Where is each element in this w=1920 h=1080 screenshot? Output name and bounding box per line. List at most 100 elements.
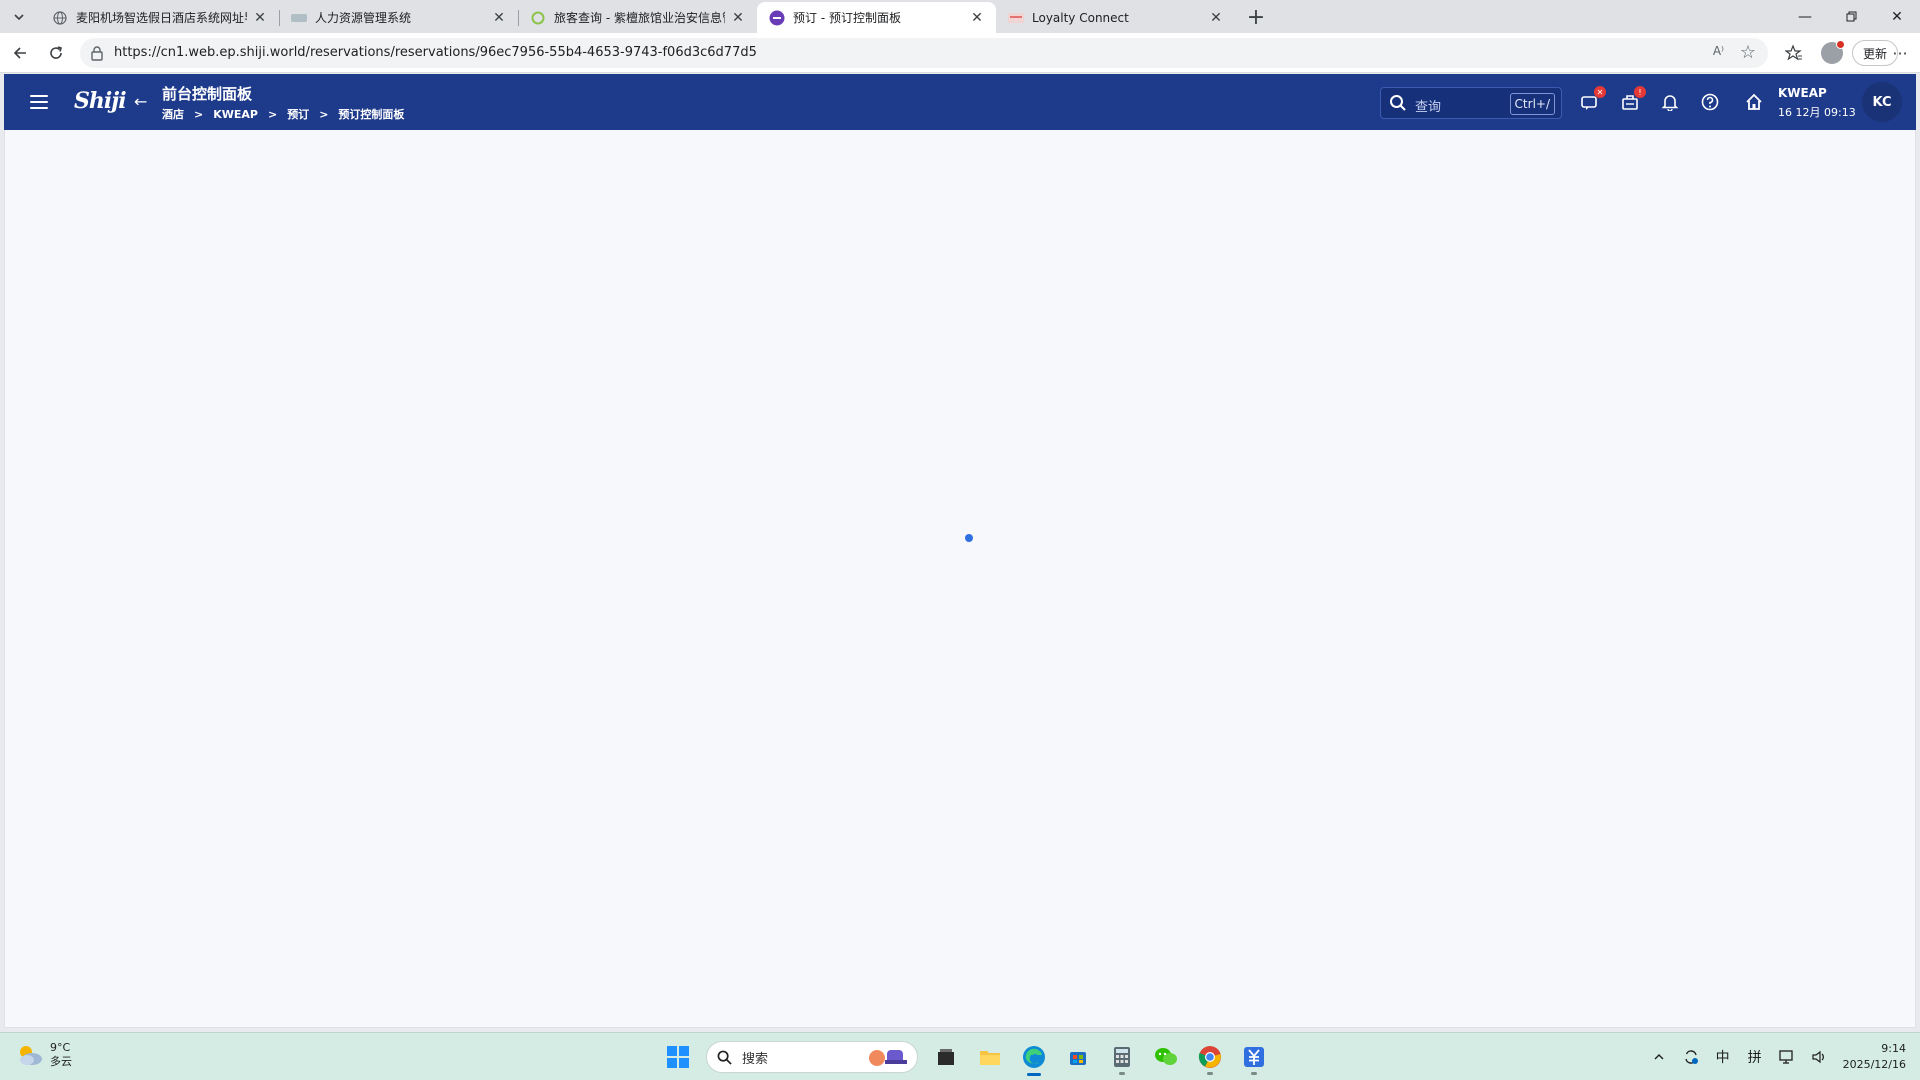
- windows-logo-icon: [667, 1046, 689, 1068]
- breadcrumb-item[interactable]: 预订: [287, 106, 309, 122]
- tab-title: 旅客查询 - 紫檀旅馆业治安信息管理: [554, 11, 725, 25]
- bell-icon[interactable]: [1658, 90, 1682, 114]
- hotel-business-date: 16 12月 09:13: [1778, 106, 1856, 119]
- edge-browser-icon[interactable]: [1014, 1037, 1054, 1077]
- chevron-down-icon: [14, 14, 24, 21]
- loading-ring-icon: [530, 10, 546, 26]
- new-tab-button[interactable]: +: [1242, 4, 1270, 30]
- wechat-icon[interactable]: [1146, 1037, 1186, 1077]
- breadcrumb-item[interactable]: 酒店: [162, 106, 184, 122]
- url-text[interactable]: https://cn1.web.ep.shiji.world/reservati…: [114, 45, 757, 60]
- browser-tab[interactable]: Loyalty Connect ✕: [996, 2, 1235, 33]
- browser-toolbar: https://cn1.web.ep.shiji.world/reservati…: [0, 33, 1920, 73]
- close-icon[interactable]: ✕: [968, 9, 986, 27]
- search-input[interactable]: 查询 Ctrl+/: [1380, 87, 1562, 119]
- restore-icon[interactable]: [1828, 0, 1874, 33]
- task-view-icon[interactable]: [926, 1037, 966, 1077]
- back-icon[interactable]: [8, 41, 32, 65]
- tab-title: 人力资源管理系统: [315, 11, 412, 25]
- chevron-up-icon[interactable]: [1643, 1041, 1675, 1073]
- hotel-code[interactable]: KWEAP: [1778, 86, 1827, 100]
- weather-widget[interactable]: 9°C 多云: [16, 1041, 72, 1069]
- help-icon[interactable]: [1698, 90, 1722, 114]
- taskbar-apps: 搜索: [656, 1037, 1276, 1077]
- close-icon[interactable]: ✕: [490, 9, 508, 27]
- back-arrow-icon[interactable]: ←: [134, 92, 147, 111]
- os-taskbar: 9°C 多云 搜索 中 拼 9:14 2025/12/16: [0, 1032, 1920, 1080]
- hotel-home-icon[interactable]: [1742, 90, 1766, 114]
- site-favicon-icon: [291, 10, 307, 26]
- main-content: [4, 130, 1916, 1028]
- browser-tab-active[interactable]: 预订 - 预订控制面板 ✕: [757, 2, 996, 33]
- browser-tab[interactable]: 旅客查询 - 紫檀旅馆业治安信息管理 ✕: [518, 2, 757, 33]
- minimize-icon[interactable]: —: [1782, 0, 1828, 33]
- page-title: 前台控制面板: [162, 85, 253, 103]
- yuan-app-icon[interactable]: [1234, 1037, 1274, 1077]
- search-placeholder: 查询: [1415, 100, 1442, 115]
- shiji-favicon-icon: [769, 10, 785, 26]
- clock-time: 9:14: [1881, 1042, 1906, 1055]
- loading-spinner-icon: [965, 534, 973, 542]
- address-bar[interactable]: https://cn1.web.ep.shiji.world/reservati…: [80, 38, 1768, 68]
- user-avatar[interactable]: KC: [1862, 82, 1902, 122]
- store-icon[interactable]: [1058, 1037, 1098, 1077]
- read-aloud-icon[interactable]: A⁾: [1713, 44, 1724, 58]
- favorites-icon[interactable]: [1780, 39, 1808, 67]
- cloudy-weather-icon: [20, 1046, 42, 1065]
- tab-title: Loyalty Connect: [1032, 10, 1129, 25]
- favorite-star-icon[interactable]: ☆: [1740, 42, 1756, 63]
- tab-title: 预订 - 预订控制面板: [793, 11, 901, 25]
- chevron-right-icon: >: [194, 107, 204, 121]
- breadcrumb: 酒店 > KWEAP > 预订 > 预订控制面板: [162, 106, 404, 122]
- chevron-right-icon: >: [319, 107, 329, 121]
- app-header: Shiji ← 前台控制面板 酒店 > KWEAP > 预订 > 预订控制面板 …: [4, 74, 1916, 130]
- breadcrumb-item-current: 预订控制面板: [338, 108, 405, 121]
- tasks-icon[interactable]: !: [1618, 86, 1646, 114]
- breadcrumb-item[interactable]: KWEAP: [213, 108, 258, 121]
- browser-tab[interactable]: 麦阳机场智选假日酒店系统网址导航 ✕: [40, 2, 279, 33]
- sync-icon[interactable]: [1675, 1041, 1707, 1073]
- browser-tab-strip: 麦阳机场智选假日酒店系统网址导航 ✕ 人力资源管理系统 ✕ 旅客查询 - 紫檀旅…: [0, 0, 1920, 33]
- tab-title: 麦阳机场智选假日酒店系统网址导航: [76, 11, 247, 25]
- search-icon: [1389, 94, 1407, 116]
- calculator-icon[interactable]: [1102, 1037, 1142, 1077]
- more-options-icon[interactable]: ···: [1888, 39, 1912, 67]
- menu-icon[interactable]: [30, 91, 48, 113]
- site-favicon-icon: [1008, 10, 1024, 26]
- messages-icon[interactable]: ✕: [1578, 86, 1606, 114]
- logo: Shiji: [74, 88, 127, 114]
- globe-icon: [52, 10, 68, 26]
- reload-icon[interactable]: [44, 41, 68, 65]
- lock-icon[interactable]: [90, 45, 104, 65]
- chevron-right-icon: >: [267, 107, 278, 121]
- taskbar-clock[interactable]: 9:14 2025/12/16: [1843, 1041, 1906, 1073]
- profile-avatar: [1821, 40, 1845, 64]
- taskbar-search-box[interactable]: 搜索: [706, 1041, 918, 1073]
- ime-mode[interactable]: 拼: [1739, 1041, 1771, 1073]
- file-explorer-icon[interactable]: [970, 1037, 1010, 1077]
- browser-tab[interactable]: 人力资源管理系统 ✕: [279, 2, 518, 33]
- close-icon[interactable]: ✕: [251, 9, 269, 27]
- tab-list-button[interactable]: [6, 5, 32, 29]
- close-badge-icon: ✕: [1594, 86, 1606, 98]
- taskbar-search-label: 搜索: [742, 1051, 769, 1067]
- close-icon[interactable]: ✕: [1207, 9, 1225, 27]
- search-shortcut: Ctrl+/: [1509, 93, 1555, 115]
- ime-language[interactable]: 中: [1707, 1041, 1739, 1073]
- weather-description: 多云: [50, 1055, 72, 1068]
- start-button[interactable]: [658, 1037, 698, 1077]
- weather-temperature: 9°C: [50, 1041, 71, 1054]
- screen: 麦阳机场智选假日酒店系统网址导航 ✕ 人力资源管理系统 ✕ 旅客查询 - 紫檀旅…: [0, 0, 1920, 1080]
- volume-icon[interactable]: [1803, 1041, 1835, 1073]
- chrome-icon[interactable]: [1190, 1037, 1230, 1077]
- profile-icon[interactable]: [1818, 39, 1846, 67]
- clock-date: 2025/12/16: [1842, 1058, 1906, 1071]
- close-window-icon[interactable]: ✕: [1874, 0, 1920, 33]
- search-highlight-art-icon: [869, 1050, 907, 1066]
- network-icon[interactable]: [1771, 1041, 1803, 1073]
- tab-list: 麦阳机场智选假日酒店系统网址导航 ✕ 人力资源管理系统 ✕ 旅客查询 - 紫檀旅…: [40, 2, 1235, 33]
- close-icon[interactable]: ✕: [729, 9, 747, 27]
- search-icon: [717, 1050, 732, 1065]
- window-controls: — ✕: [1782, 0, 1920, 33]
- alert-badge-icon: !: [1634, 86, 1646, 98]
